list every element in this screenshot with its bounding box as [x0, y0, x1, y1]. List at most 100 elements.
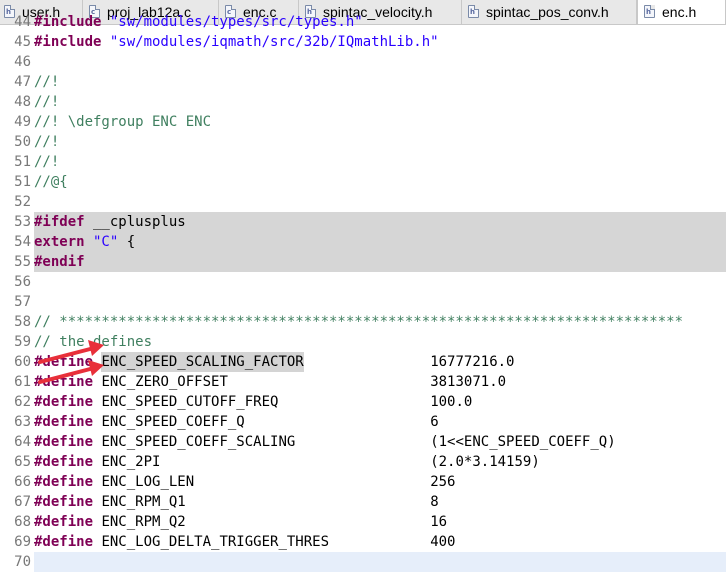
code-line[interactable]: 68 #define ENC_RPM_Q2 16	[0, 512, 726, 532]
preprocessor-directive: #define	[34, 514, 94, 530]
code-line[interactable]: 53 #ifdef __cplusplus	[0, 212, 726, 232]
line-number: 68	[14, 514, 31, 530]
macro-value: (2.0*3.14159)	[430, 454, 540, 470]
preprocessor-directive: #define	[34, 394, 94, 410]
comment-text: //!	[34, 134, 60, 150]
code-line[interactable]: 51//@{	[0, 172, 726, 192]
code-text: //!	[34, 152, 726, 172]
code-line[interactable]: 60 #define ENC_SPEED_SCALING_FACTOR 1677721…	[0, 352, 726, 372]
line-number: 46	[14, 54, 31, 70]
preprocessor-directive: #define	[34, 494, 94, 510]
code-text: #include "sw/modules/iqmath/src/32b/IQmat…	[34, 32, 726, 52]
code-text: #define ENC_LOG_DELTA_TRIGGER_THRES 400	[34, 532, 726, 552]
comment-text: //!	[34, 94, 60, 110]
code-line[interactable]: 55 #endif	[0, 252, 726, 272]
code-line[interactable]: 56	[0, 272, 726, 292]
line-number: 45	[14, 34, 31, 50]
code-line[interactable]: 49//! \defgroup ENC ENC	[0, 112, 726, 132]
line-number: 60	[14, 354, 31, 370]
line-number: 64	[14, 434, 31, 450]
keyword: extern	[34, 234, 85, 250]
preprocessor-directive: #define	[34, 354, 94, 370]
string-literal: "C"	[93, 234, 119, 250]
macro-name: ENC_LOG_DELTA_TRIGGER_THRES	[101, 534, 330, 550]
line-number: 52	[14, 194, 31, 210]
include-path-string: "sw/modules/iqmath/src/32b/IQmathLib.h"	[109, 34, 439, 50]
code-text: //!	[34, 92, 726, 112]
code-line[interactable]: 66 #define ENC_LOG_LEN 256	[0, 472, 726, 492]
macro-name: ENC_SPEED_CUTOFF_FREQ	[101, 394, 279, 410]
macro-name: ENC_LOG_LEN	[101, 474, 195, 490]
line-number: 66	[14, 474, 31, 490]
code-line[interactable]: 57	[0, 292, 726, 312]
line-number: 61	[14, 374, 31, 390]
code-text: #define ENC_SPEED_SCALING_FACTOR 16777216.…	[34, 352, 726, 372]
preprocessor-directive: #include	[34, 34, 102, 50]
code-line[interactable]: 63 #define ENC_SPEED_COEFF_Q 6	[0, 412, 726, 432]
code-text: //@{	[34, 172, 726, 192]
line-number: 56	[14, 274, 31, 290]
line-number: 70	[14, 554, 31, 570]
line-number: 58	[14, 314, 31, 330]
code-line[interactable]: 54 extern "C" {	[0, 232, 726, 252]
line-number: 57	[14, 294, 31, 310]
code-line[interactable]: 65 #define ENC_2PI (2.0*3.14159)	[0, 452, 726, 472]
code-editor[interactable]: 44 #include "sw/modules/types/src/types.h"…	[0, 12, 726, 572]
macro-value: 16	[430, 514, 448, 530]
code-text	[34, 552, 726, 572]
comment-text: // the defines	[34, 334, 153, 350]
line-number: 49	[14, 114, 31, 130]
code-line[interactable]: 52	[0, 192, 726, 212]
code-line[interactable]: 64 #define ENC_SPEED_COEFF_SCALING (1<<ENC_…	[0, 432, 726, 452]
macro-name: ENC_SPEED_COEFF_SCALING	[101, 434, 296, 450]
code-line[interactable]: 61 #define ENC_ZERO_OFFSET 3813071.0	[0, 372, 726, 392]
line-number: 50	[14, 134, 31, 150]
line-number: 59	[14, 334, 31, 350]
code-line[interactable]: 62 #define ENC_SPEED_CUTOFF_FREQ 100.0	[0, 392, 726, 412]
code-line[interactable]: 70	[0, 552, 726, 572]
line-number: 63	[14, 414, 31, 430]
code-line[interactable]: 44 #include "sw/modules/types/src/types.h"	[0, 12, 726, 32]
macro-value: 8	[430, 494, 439, 510]
code-line[interactable]: 50//!	[0, 132, 726, 152]
code-text: // *************************************…	[34, 312, 726, 332]
code-line[interactable]: 51//!	[0, 152, 726, 172]
macro-value: 256	[430, 474, 456, 490]
line-number: 51	[14, 174, 31, 190]
code-line[interactable]: 47//!	[0, 72, 726, 92]
macro-name: __cplusplus	[93, 214, 186, 230]
code-text: #define ENC_LOG_LEN 256	[34, 472, 726, 492]
line-number: 53	[14, 214, 31, 230]
macro-value: 100.0	[430, 394, 473, 410]
line-number: 47	[14, 74, 31, 90]
code-line[interactable]: 67 #define ENC_RPM_Q1 8	[0, 492, 726, 512]
preprocessor-directive: #define	[34, 434, 94, 450]
code-line[interactable]: 58// ***********************************…	[0, 312, 726, 332]
preprocessor-directive: #define	[34, 454, 94, 470]
macro-name: ENC_SPEED_SCALING_FACTOR	[101, 352, 304, 372]
comment-text: // *************************************…	[34, 314, 684, 330]
preprocessor-directive: #define	[34, 414, 94, 430]
macro-name: ENC_ZERO_OFFSET	[101, 374, 228, 390]
code-text: //!	[34, 132, 726, 152]
macro-value: 6	[430, 414, 439, 430]
code-line[interactable]: 48//!	[0, 92, 726, 112]
macro-name: ENC_SPEED_COEFF_Q	[101, 414, 245, 430]
code-text: #define ENC_ZERO_OFFSET 3813071.0	[34, 372, 726, 392]
code-text: #define ENC_RPM_Q2 16	[34, 512, 726, 532]
code-line[interactable]: 45 #include "sw/modules/iqmath/src/32b/IQm…	[0, 32, 726, 52]
line-number: 69	[14, 534, 31, 550]
code-text: #define ENC_SPEED_COEFF_SCALING (1<<ENC_SP…	[34, 432, 726, 452]
code-line[interactable]: 69 #define ENC_LOG_DELTA_TRIGGER_THRES 400	[0, 532, 726, 552]
code-line[interactable]: 46	[0, 52, 726, 72]
code-line[interactable]: 59// the defines	[0, 332, 726, 352]
preprocessor-directive: #ifdef	[34, 214, 85, 230]
code-text: //!	[34, 72, 726, 92]
code-text: #define ENC_RPM_Q1 8	[34, 492, 726, 512]
code-text: #define ENC_SPEED_COEFF_Q 6	[34, 412, 726, 432]
macro-name: ENC_2PI	[101, 454, 161, 470]
line-number: 54	[14, 234, 31, 250]
